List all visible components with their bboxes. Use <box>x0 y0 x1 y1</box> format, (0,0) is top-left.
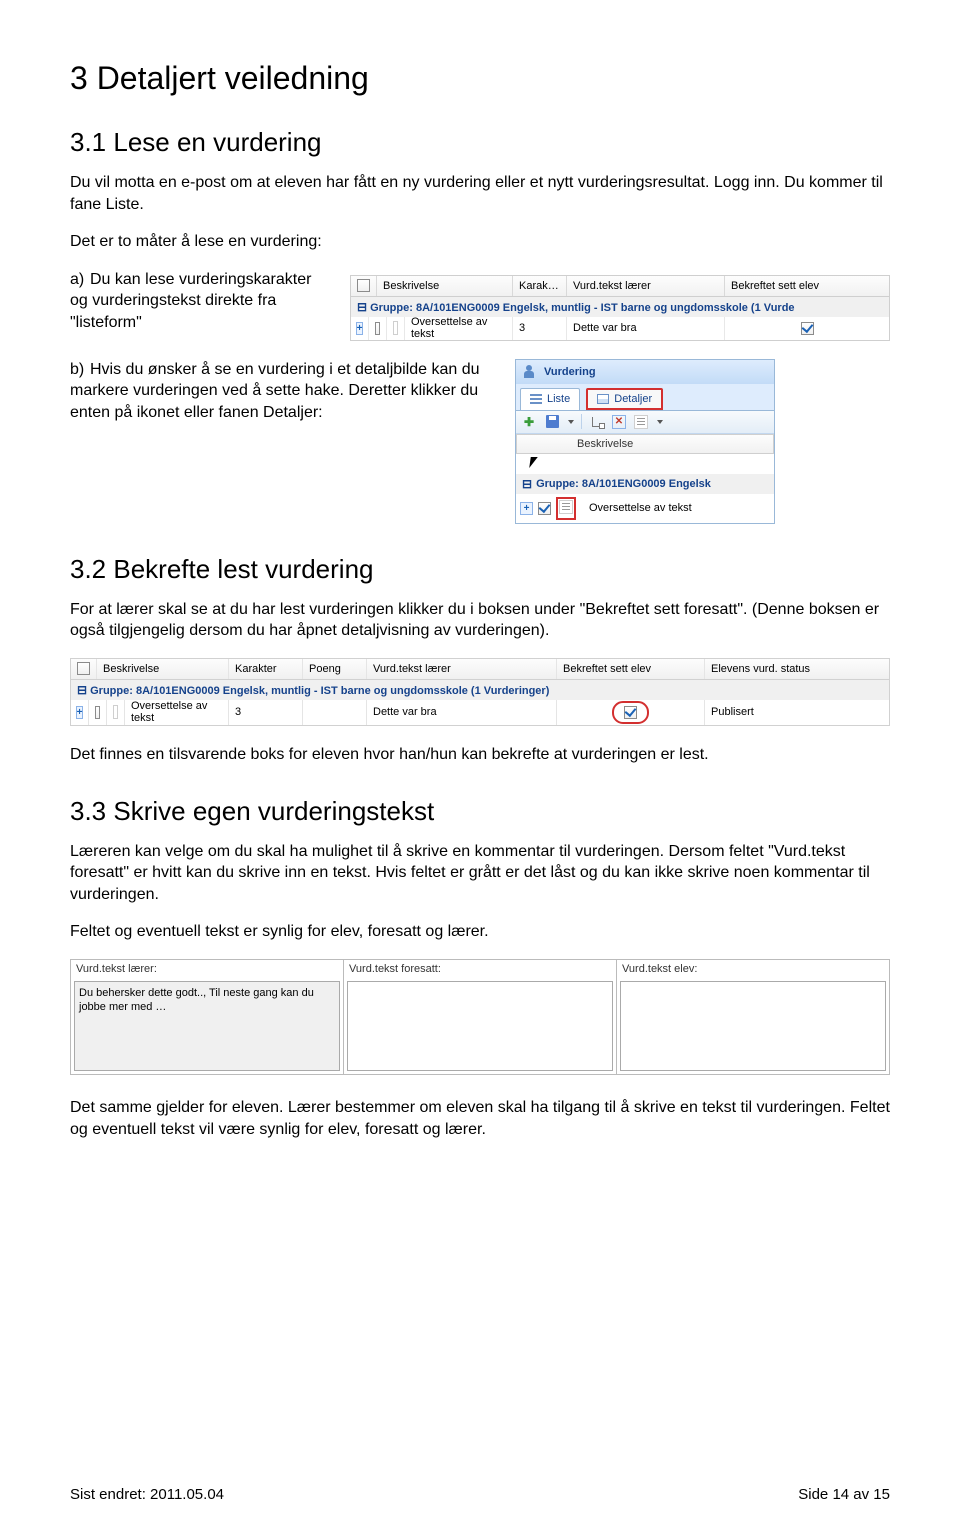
label-laerer: Vurd.tekst lærer: <box>71 960 343 978</box>
cell-karakter: 3 <box>229 700 303 725</box>
col-status[interactable]: Elevens vurd. status <box>705 659 889 679</box>
mouse-cursor-icon <box>529 457 538 468</box>
save-icon[interactable] <box>544 414 560 430</box>
clear-icon[interactable]: ✕ <box>612 415 626 429</box>
textarea-elev[interactable] <box>620 981 886 1071</box>
checkbox-icon[interactable] <box>357 279 370 292</box>
col-poeng[interactable]: Poeng <box>303 659 367 679</box>
table-row[interactable]: + Oversettelse av tekst 3 Dette var bra … <box>70 700 890 726</box>
tab-liste-label: Liste <box>547 393 570 405</box>
chapter-heading: 3 Detaljert veiledning <box>70 60 890 97</box>
table-header: Beskrivelse Karak… Vurd.tekst lærer Bekr… <box>350 275 890 297</box>
tab-liste[interactable]: Liste <box>520 388 580 410</box>
section-3-3-heading: 3.3 Skrive egen vurderingstekst <box>70 796 890 827</box>
cell-status: Publisert <box>705 700 889 725</box>
group-row[interactable]: ⊟ Gruppe: 8A/101ENG0009 Engelsk, muntlig… <box>70 680 890 700</box>
field-laerer: Vurd.tekst lærer: Du behersker dette god… <box>71 960 344 1074</box>
label-foresatt: Vurd.tekst foresatt: <box>344 960 616 978</box>
s33-p2: Feltet og eventuell tekst er synlig for … <box>70 921 890 943</box>
cell-poeng <box>303 700 367 725</box>
cell-karakter: 3 <box>513 317 567 340</box>
detail-icon[interactable] <box>113 705 118 719</box>
list-b-text: Hvis du ønsker å se en vurdering i et de… <box>70 361 480 421</box>
intro-text: Du vil motta en e-post om at eleven har … <box>70 172 890 215</box>
col-bekreftet[interactable]: Bekreftet sett elev <box>725 276 889 296</box>
plus-icon[interactable]: + <box>76 706 84 719</box>
list-a-text: Du kan lese vurderingskarakter og vurder… <box>70 271 311 331</box>
tab-detaljer[interactable]: Detaljer <box>586 388 663 410</box>
detail-icon[interactable] <box>393 321 398 335</box>
lead-text: Det er to måter å lese en vurdering: <box>70 231 890 253</box>
field-elev: Vurd.tekst elev: <box>617 960 889 1074</box>
collapse-icon[interactable]: ⊟ <box>522 477 532 491</box>
column-header-beskrivelse[interactable]: Beskrivelse <box>516 434 774 454</box>
row-text: Oversettelse av tekst <box>589 502 692 514</box>
row-checkbox[interactable] <box>375 322 380 335</box>
separator <box>581 414 582 429</box>
cell-beskrivelse: Oversettelse av tekst <box>405 317 513 340</box>
group-row[interactable]: ⊟ Gruppe: 8A/101ENG0009 Engelsk <box>516 474 774 494</box>
highlight-circle <box>612 701 649 724</box>
plus-icon[interactable]: + <box>520 502 533 515</box>
section-3-2-heading: 3.2 Bekrefte lest vurdering <box>70 554 890 585</box>
person-icon <box>522 364 538 380</box>
col-karakter[interactable]: Karakter <box>229 659 303 679</box>
screenshot-vurderingstekst-fields: Vurd.tekst lærer: Du behersker dette god… <box>70 959 890 1075</box>
screenshot-confirm-row: Beskrivelse Karakter Poeng Vurd.tekst læ… <box>70 658 890 726</box>
tab-detaljer-label: Detaljer <box>614 393 652 405</box>
col-vurd-tekst[interactable]: Vurd.tekst lærer <box>567 276 725 296</box>
add-icon[interactable]: ✚ <box>521 414 537 430</box>
page-icon[interactable] <box>633 414 649 430</box>
col-beskrivelse[interactable]: Beskrivelse <box>377 276 513 296</box>
label-elev: Vurd.tekst elev: <box>617 960 889 978</box>
col-karakter[interactable]: Karak… <box>513 276 567 296</box>
highlight-box <box>556 497 576 520</box>
s33-p3: Det samme gjelder for eleven. Lærer best… <box>70 1097 890 1140</box>
table-row[interactable]: + Oversettelse av tekst 3 Dette var bra <box>350 317 890 341</box>
data-row[interactable]: + Oversettelse av tekst <box>516 494 774 523</box>
row-checkbox[interactable] <box>538 502 551 515</box>
row-checkbox[interactable] <box>95 706 100 719</box>
card-icon <box>597 394 609 404</box>
group-label: Gruppe: 8A/101ENG0009 Engelsk, muntlig -… <box>370 302 794 314</box>
col-beskrivelse[interactable]: Beskrivelse <box>97 659 229 679</box>
collapse-icon[interactable]: ⊟ <box>357 300 367 314</box>
detail-icon[interactable] <box>559 500 573 514</box>
tree-icon[interactable] <box>589 414 605 430</box>
textarea-foresatt[interactable] <box>347 981 613 1071</box>
screenshot-list-view-1: Beskrivelse Karak… Vurd.tekst lærer Bekr… <box>350 275 890 341</box>
list-icon <box>530 394 542 404</box>
field-foresatt: Vurd.tekst foresatt: <box>344 960 617 1074</box>
section-3-1-heading: 3.1 Lese en vurdering <box>70 127 890 158</box>
cell-tekst: Dette var bra <box>567 317 725 340</box>
checkbox[interactable] <box>77 662 90 675</box>
col-vurd-tekst[interactable]: Vurd.tekst lærer <box>367 659 557 679</box>
toolbar: ✚ ✕ <box>516 411 774 434</box>
panel-title: Vurdering <box>516 360 774 384</box>
group-label: Gruppe: 8A/101ENG0009 Engelsk <box>536 478 711 490</box>
group-row[interactable]: ⊟ Gruppe: 8A/101ENG0009 Engelsk, muntlig… <box>350 297 890 317</box>
table-header: Beskrivelse Karakter Poeng Vurd.tekst læ… <box>70 658 890 680</box>
textarea-laerer: Du behersker dette godt.., Til neste gan… <box>74 981 340 1071</box>
collapse-icon[interactable]: ⊟ <box>77 683 87 697</box>
dropdown-arrow-icon-2[interactable] <box>657 420 663 424</box>
plus-icon[interactable]: + <box>356 322 364 335</box>
cell-tekst: Dette var bra <box>367 700 557 725</box>
list-label-b: b) <box>70 359 90 381</box>
s32-p1: For at lærer skal se at du har lest vurd… <box>70 599 890 642</box>
list-label-a: a) <box>70 269 90 291</box>
s32-p2: Det finnes en tilsvarende boks for eleve… <box>70 744 890 766</box>
s33-p1: Læreren kan velge om du skal ha mulighet… <box>70 841 890 906</box>
screenshot-detaljer-panel: Vurdering Liste Detaljer ✚ ✕ Beskrivelse… <box>515 359 775 524</box>
confirm-checkbox[interactable] <box>801 322 814 335</box>
footer-right: Side 14 av 15 <box>798 1486 890 1503</box>
group-label: Gruppe: 8A/101ENG0009 Engelsk, muntlig -… <box>90 685 549 697</box>
footer-left: Sist endret: 2011.05.04 <box>70 1486 224 1503</box>
panel-title-text: Vurdering <box>544 366 596 378</box>
confirm-checkbox[interactable] <box>624 706 637 719</box>
cell-beskrivelse: Oversettelse av tekst <box>125 700 229 725</box>
col-bekreftet[interactable]: Bekreftet sett elev <box>557 659 705 679</box>
dropdown-arrow-icon[interactable] <box>568 420 574 424</box>
